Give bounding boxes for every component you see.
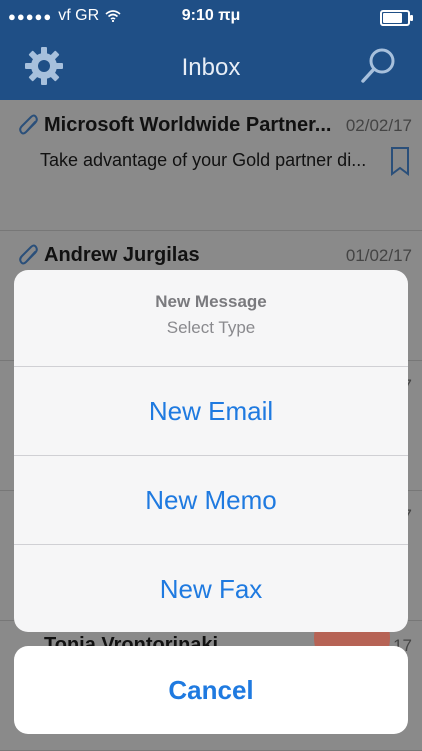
flag-icon[interactable] bbox=[390, 146, 410, 176]
action-sheet-subtitle: Select Type bbox=[166, 318, 256, 337]
message-preview: Take advantage of your Gold partner di..… bbox=[40, 150, 367, 170]
message-row[interactable]: Microsoft Worldwide Partner... 02/02/17 … bbox=[0, 100, 422, 231]
action-sheet-title: New Message bbox=[155, 292, 267, 311]
attachment-icon bbox=[19, 114, 38, 135]
status-time: 9:10 πμ bbox=[181, 7, 241, 24]
action-sheet-header: New Message Select Type bbox=[14, 270, 408, 367]
status-bar: ●●●●● vf GR 9:10 πμ bbox=[0, 0, 422, 36]
action-sheet: New Message Select Type New Email New Me… bbox=[14, 270, 408, 632]
message-sender: Microsoft Worldwide Partner... bbox=[44, 114, 332, 136]
cancel-button[interactable]: Cancel bbox=[14, 646, 408, 734]
nav-bar: Inbox bbox=[0, 36, 422, 100]
attachment-icon bbox=[19, 244, 38, 265]
message-date: 01/02/17 bbox=[345, 246, 412, 265]
message-sender: Andrew Jurgilas bbox=[44, 244, 200, 266]
message-date: 02/02/17 bbox=[345, 116, 412, 135]
new-memo-button[interactable]: New Memo bbox=[14, 456, 408, 545]
new-email-button[interactable]: New Email bbox=[14, 367, 408, 456]
search-icon[interactable] bbox=[358, 46, 398, 86]
new-fax-button[interactable]: New Fax bbox=[14, 545, 408, 632]
battery-icon bbox=[380, 10, 413, 26]
battery-level bbox=[383, 13, 402, 23]
